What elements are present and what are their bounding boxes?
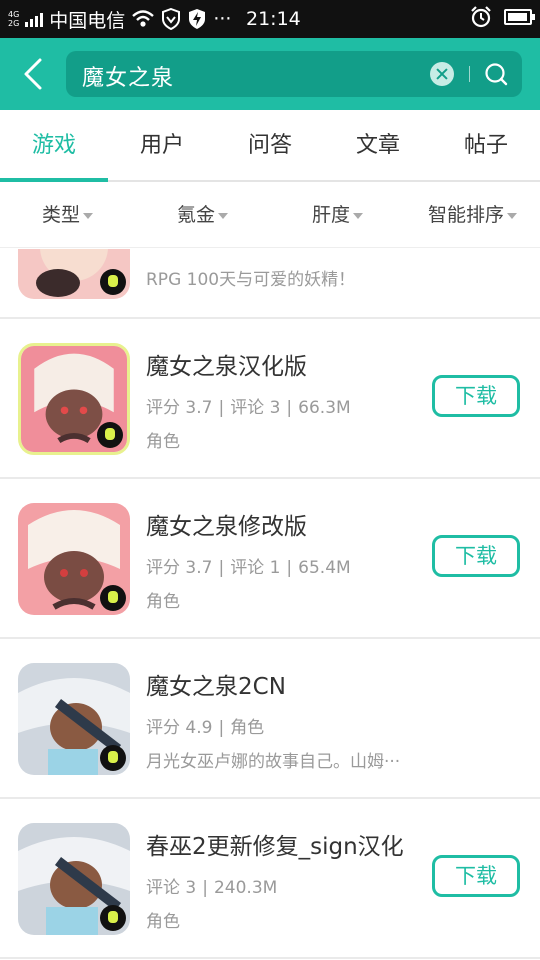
clear-icon[interactable] [430,62,454,86]
signal-icon [25,11,44,27]
filter-krypton-label: 氪金 [176,204,215,226]
meta-separator: | [286,398,293,418]
meta-separator: | [218,398,225,418]
filter-sort[interactable]: 智能排序 [405,182,540,247]
game-comments: 评论 3 [146,878,197,898]
network-type-2: 2G [8,19,20,28]
filter-type-label: 类型 [41,204,80,226]
caret-down-icon [83,212,93,219]
game-icon [18,663,130,775]
game-comments: 评论 1 [230,558,281,578]
game-size: 240.3M [213,878,278,898]
tab-posts[interactable]: 帖子 [432,110,540,180]
result-list: RPG 100天与可爱的妖精！ 魔女之泉汉化版 评分 3.7 | 评论 3 | 66.3… [0,249,540,960]
game-description: RPG 100天与可爱的妖精！ [146,270,356,290]
filter-grind-label: 肝度 [311,204,350,226]
carrier-name: 中国电信 [49,9,126,32]
network-type: 4G [8,10,20,19]
caret-down-icon [353,212,363,219]
game-category: 角色 [146,432,180,452]
badge-icon [100,269,126,295]
game-rating: 评分 3.7 [146,398,213,418]
filter-krypton[interactable]: 氪金 [135,182,270,247]
game-rating: 评分 3.7 [146,558,213,578]
result-tabs: 游戏 用户 问答 文章 帖子 [0,110,540,182]
game-rating: 评分 4.9 [146,718,213,738]
game-meta: 评论 3 | 240.3M [146,873,277,898]
filter-sort-label: 智能排序 [427,204,504,226]
meta-separator: | [202,878,208,898]
search-divider [469,66,470,82]
badge-icon [100,585,126,611]
game-title: 魔女之泉汉化版 [146,354,307,380]
flash-icon [189,9,206,29]
list-item[interactable]: RPG 100天与可爱的妖精！ [0,249,540,319]
list-item[interactable]: 魔女之泉汉化版 评分 3.7 | 评论 3 | 66.3M 角色 下载 [0,319,540,479]
status-time: 21:14 [246,8,301,30]
caret-down-icon [218,212,228,219]
tab-articles[interactable]: 文章 [324,110,432,180]
game-icon [18,249,130,299]
game-icon [18,823,130,935]
back-icon[interactable] [18,56,50,92]
game-meta: 评分 3.7 | 评论 3 | 66.3M [146,393,351,418]
list-item[interactable]: 春巫2更新修复_sign汉化 评论 3 | 240.3M 角色 下载 [0,799,540,959]
shield-icon [162,8,181,30]
search-input[interactable]: 魔女之泉 [82,60,174,92]
filter-grind[interactable]: 肝度 [270,182,405,247]
alarm-icon [471,6,491,28]
badge-icon [100,745,126,771]
search-header: 魔女之泉 [0,38,540,110]
tab-users[interactable]: 用户 [108,110,216,180]
game-comments: 评论 3 [230,398,281,418]
game-title: 春巫2更新修复_sign汉化 [146,834,404,860]
game-meta: 评分 3.7 | 评论 1 | 65.4M [146,553,351,578]
badge-icon [97,422,123,448]
meta-separator: | [286,558,293,578]
meta-separator: | [218,558,225,578]
download-button[interactable]: 下载 [432,535,520,577]
download-button[interactable]: 下载 [432,375,520,417]
list-item[interactable]: 魔女之泉2CN 评分 4.9 | 角色 月光女巫卢娜的故事自己。山姆··· [0,639,540,799]
badge-icon [100,905,126,931]
game-title: 魔女之泉2CN [146,674,286,700]
game-size: 66.3M [298,398,351,418]
meta-separator: | [218,718,225,738]
game-icon [18,343,130,455]
game-icon [18,503,130,615]
list-item[interactable]: 魔女之泉修改版 评分 3.7 | 评论 1 | 65.4M 角色 下载 [0,479,540,639]
tab-qa[interactable]: 问答 [216,110,324,180]
game-meta: 评分 4.9 | 角色 [146,713,264,738]
wifi-icon [132,10,155,27]
caret-down-icon [507,212,517,219]
tab-games[interactable]: 游戏 [0,110,108,182]
network-indicator: 4G 2G [8,10,19,28]
more-indicator: ··· [213,8,232,30]
filter-bar: 类型 氪金 肝度 智能排序 [0,182,540,248]
search-icon[interactable] [484,62,508,86]
game-category-inline: 角色 [230,718,265,738]
battery-icon [504,9,535,25]
filter-type[interactable]: 类型 [0,182,135,247]
game-title: 魔女之泉修改版 [146,514,307,540]
game-category: 角色 [146,912,180,932]
game-description: 月光女巫卢娜的故事自己。山姆··· [146,752,401,772]
game-category: 角色 [146,592,180,612]
status-bar: 4G 2G 中国电信 ··· 21:14 [0,0,540,38]
search-box[interactable]: 魔女之泉 [66,51,522,97]
download-button[interactable]: 下载 [432,855,520,897]
game-size: 65.4M [298,558,351,578]
